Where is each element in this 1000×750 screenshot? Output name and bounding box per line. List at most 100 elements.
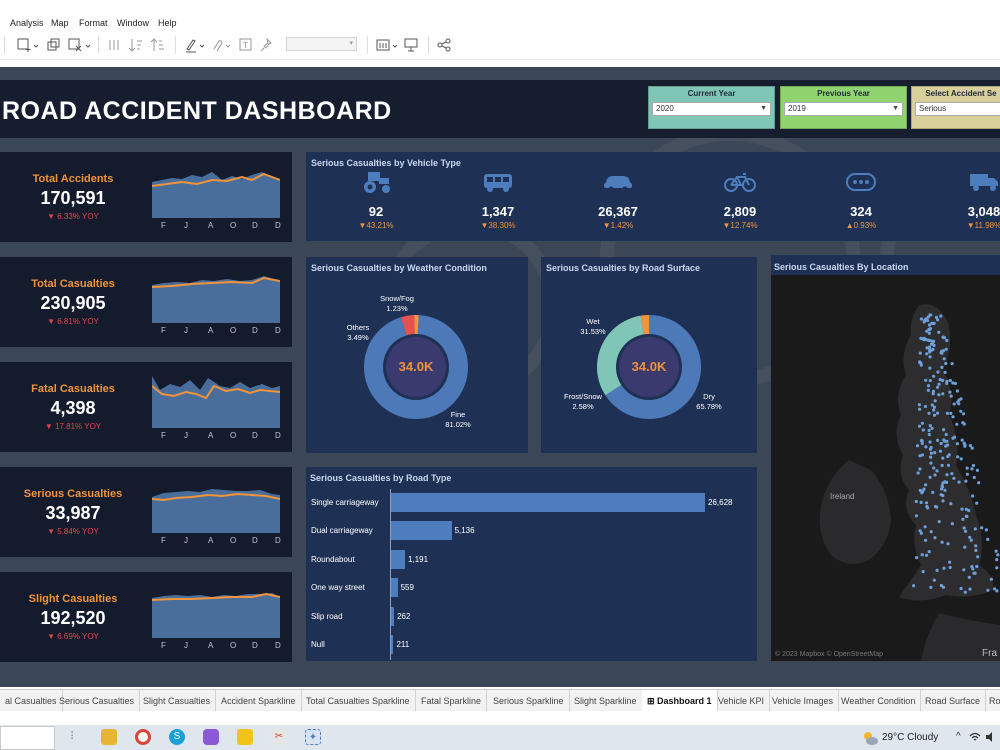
- bar[interactable]: [391, 549, 406, 569]
- sheet-tab[interactable]: Ro: [984, 690, 1000, 712]
- swap-rows-columns-icon[interactable]: [106, 37, 122, 53]
- map-point: [948, 560, 952, 564]
- map-point: [941, 335, 945, 339]
- map-point: [914, 499, 918, 504]
- sticky-notes-icon[interactable]: [237, 729, 253, 745]
- map-point: [932, 339, 936, 343]
- sheet-tab[interactable]: Slight Casualties: [138, 690, 217, 712]
- weather-text[interactable]: 29°C Cloudy: [882, 732, 938, 743]
- sparkline-axis: F J A O D D: [152, 326, 282, 336]
- sheet-tab[interactable]: Accident Sparkline: [216, 690, 302, 712]
- sheet-tab[interactable]: Weather Condition: [836, 690, 922, 712]
- duplicate-sheet-icon[interactable]: [46, 37, 62, 53]
- chrome-icon[interactable]: [135, 729, 151, 745]
- share-icon[interactable]: [436, 37, 452, 53]
- speaker-icon[interactable]: [985, 731, 997, 743]
- sort-ascending-icon[interactable]: [128, 37, 144, 53]
- map-point: [944, 361, 948, 366]
- wifi-icon[interactable]: [969, 731, 981, 743]
- map-attribution[interactable]: © 2023 Mapbox © OpenStreetMap: [775, 651, 883, 658]
- copilot-icon[interactable]: [203, 729, 219, 745]
- show-mark-labels-icon[interactable]: T: [238, 37, 254, 53]
- new-data-source-icon[interactable]: [16, 37, 40, 53]
- sort-descending-icon[interactable]: [150, 37, 166, 53]
- menu-format[interactable]: Format: [79, 18, 108, 28]
- tableau-icon[interactable]: ✦: [305, 729, 321, 745]
- map-point: [945, 473, 949, 477]
- skype-icon[interactable]: S: [169, 729, 185, 745]
- current-year-select[interactable]: 2020 ▼: [652, 102, 771, 116]
- sheet-tab[interactable]: Fatal Sparkline: [416, 690, 488, 712]
- sheet-tab[interactable]: Total Casualties Sparkline: [301, 690, 416, 712]
- snipping-tool-icon[interactable]: ✂: [271, 729, 287, 745]
- map-point: [944, 347, 948, 351]
- map-point: [955, 422, 959, 426]
- presentation-mode-icon[interactable]: [403, 37, 419, 53]
- sheet-tab[interactable]: Vehicle KPI: [713, 690, 771, 712]
- accident-severity-select[interactable]: Serious: [915, 102, 1000, 116]
- map-point: [949, 394, 953, 398]
- file-explorer-icon[interactable]: [101, 729, 117, 745]
- bar[interactable]: [391, 606, 395, 626]
- month-label: D: [252, 326, 258, 335]
- taskbar-search[interactable]: [0, 726, 55, 750]
- sheet-tab[interactable]: ⊞ Dashboard 1: [642, 690, 718, 712]
- menu-map[interactable]: Map: [51, 18, 69, 28]
- previous-year-select[interactable]: 2019 ▼: [784, 102, 903, 116]
- month-label: F: [161, 431, 166, 440]
- sheet-tab[interactable]: Serious Casualties: [54, 690, 141, 712]
- kpi-label: Fatal Casualties: [31, 383, 115, 395]
- kpi-card-slight-casualties: Slight Casualties 192,520 ▼ 6.69% YOY F …: [0, 572, 292, 662]
- map-point: [943, 370, 947, 374]
- menu-window[interactable]: Window: [117, 18, 149, 28]
- map-point: [931, 490, 935, 494]
- fit-dropdown[interactable]: ▾: [286, 37, 357, 51]
- filter-label: Previous Year: [817, 89, 870, 98]
- uk-map-shape: [819, 304, 1000, 661]
- month-label: F: [161, 536, 166, 545]
- map-point: [946, 542, 950, 546]
- show-cards-icon[interactable]: [375, 37, 401, 53]
- month-label: O: [230, 326, 237, 335]
- map-point: [960, 507, 964, 511]
- truck-icon: [970, 174, 998, 191]
- sheet-tab[interactable]: Slight Sparkline: [569, 690, 643, 712]
- bar-label: Single carriageway: [311, 498, 379, 507]
- clear-sheet-icon[interactable]: [67, 37, 93, 53]
- chevron-up-icon[interactable]: ^: [956, 731, 961, 742]
- kpi-label: Slight Casualties: [28, 593, 118, 605]
- map-point: [912, 584, 916, 588]
- sheet-tab[interactable]: Road Surface: [920, 690, 987, 712]
- kpi-value: 4,398: [50, 398, 96, 418]
- menu-help[interactable]: Help: [158, 18, 177, 28]
- chevron-down-icon: ▾: [349, 40, 353, 47]
- map-point: [963, 590, 967, 594]
- map-point: [927, 432, 931, 437]
- map-label-ireland: Ireland: [830, 492, 855, 501]
- sheet-tab[interactable]: Vehicle Images: [767, 690, 840, 712]
- map-point: [952, 435, 956, 439]
- month-label: A: [208, 431, 214, 440]
- map-point: [973, 571, 977, 575]
- label-text: Dry: [703, 392, 715, 401]
- sheet-tab[interactable]: Serious Sparkline: [488, 690, 570, 712]
- map-point: [932, 374, 936, 378]
- month-label: D: [275, 431, 281, 440]
- bar[interactable]: [391, 578, 398, 598]
- map-point: [933, 399, 937, 403]
- map-point: [924, 553, 929, 557]
- menu-analysis[interactable]: Analysis: [10, 18, 44, 28]
- location-map[interactable]: Serious Casualties By Location Ireland F…: [771, 255, 1000, 661]
- fix-axes-icon[interactable]: [259, 37, 275, 53]
- map-point: [924, 445, 928, 449]
- map-point: [924, 483, 928, 487]
- map-point: [922, 336, 926, 340]
- map-point: [939, 314, 943, 318]
- vehicle-value: 3,048: [967, 204, 1000, 219]
- bar[interactable]: [391, 521, 452, 541]
- bar[interactable]: [391, 493, 705, 512]
- bar[interactable]: [391, 635, 394, 654]
- task-view-icon[interactable]: ⫶: [64, 729, 80, 745]
- highlight-icon[interactable]: [184, 37, 208, 53]
- group-members-icon[interactable]: [210, 37, 234, 53]
